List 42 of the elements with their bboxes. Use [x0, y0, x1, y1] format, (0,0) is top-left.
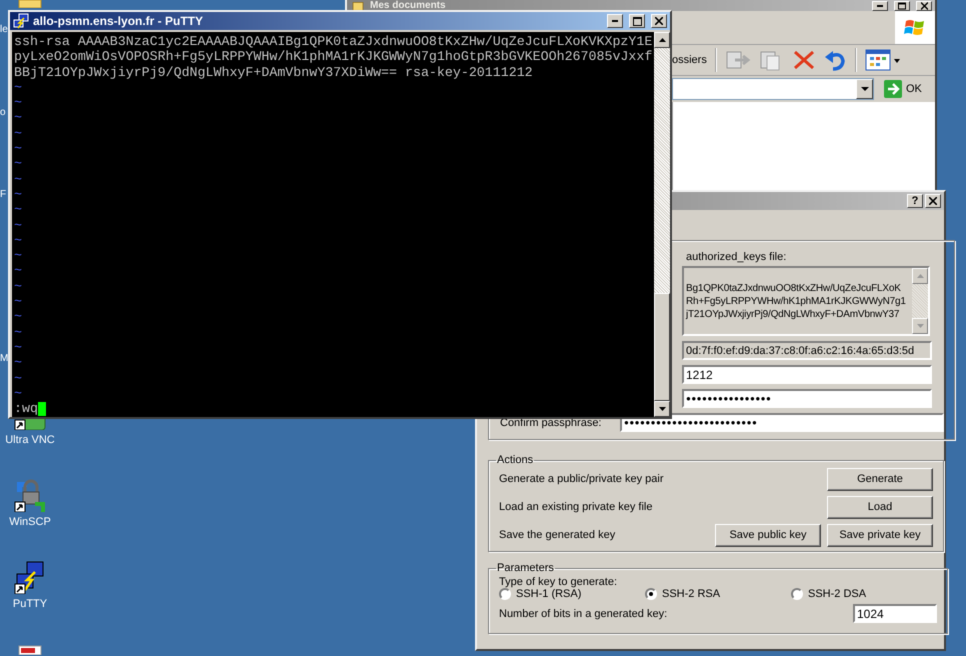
empty-line-tilde: ~	[14, 186, 22, 202]
field-label: Type of key to generate:	[499, 576, 618, 588]
empty-line-tilde: ~	[14, 355, 22, 371]
desktop-icon-label: le	[0, 24, 8, 35]
empty-line-tilde: ~	[14, 386, 22, 402]
empty-line-tilde: ~	[14, 126, 22, 142]
field-label: Number of bits in a generated key:	[499, 608, 668, 620]
window-title: Mes documents	[370, 0, 446, 10]
key-text-line: Bg1QPK0taZJxdnwuOO8tKxZHw/UqZeJcuFLXoK	[686, 282, 902, 294]
empty-line-tilde: ~	[14, 324, 22, 340]
empty-line-tilde: ~	[14, 218, 22, 233]
empty-line-tilde: ~	[14, 141, 22, 156]
empty-line-tilde: ~	[14, 263, 22, 279]
desktop-icon-label: o	[0, 107, 6, 118]
action-label: Save the generated key	[499, 529, 616, 541]
empty-line-tilde: ~	[14, 248, 22, 264]
empty-line-tilde: ~	[14, 294, 22, 310]
terminal-line: ssh-rsa AAAAB3NzaC1yc2EAAAABJQAAAIBg1QPK0taZJxdnwuOO8tKxZHw/UqZeJcuFLXoKVKXpzY1E	[14, 34, 652, 50]
desktop-icon-label: F	[0, 189, 6, 200]
command-line: :wq	[14, 401, 38, 416]
empty-line-tilde: ~	[14, 172, 22, 187]
empty-line-tilde: ~	[14, 232, 22, 248]
empty-line-tilde: ~	[14, 309, 22, 325]
action-label: Generate a public/private key pair	[499, 473, 664, 485]
empty-line-tilde: ~	[14, 340, 22, 356]
group-title: Actions	[496, 454, 534, 466]
empty-line-tilde: ~	[14, 370, 22, 386]
empty-line-tilde: ~	[14, 202, 22, 218]
terminal-line: BBjT21OYpJWxjiyrPj9/QdNgLWhxyF+DAmVbnwY37XDiWw== rsa-key-20111212	[14, 64, 533, 80]
empty-line-tilde: ~	[14, 110, 22, 126]
group-title: Parameters	[496, 562, 555, 574]
desktop-icon-label: M	[0, 353, 8, 364]
key-text-line: jT21OYpJWxjiyrPj9/QdNgLWhxyF+DAmVbnwY37	[686, 308, 900, 320]
field-label: authorized_keys file:	[686, 251, 788, 263]
terminal-line: pyLxeO2omWiOsVOPOSRh+Fg5yLRPPYWHw/hK1phMA1rKJKGWWyN7g1hoGtpR3bGVKEOOh267085vJxxf	[14, 49, 652, 65]
empty-line-tilde: ~	[14, 156, 22, 172]
empty-line-tilde: ~	[14, 80, 22, 96]
window-title: allo-psmn.ens-lyon.fr - PuTTY	[33, 14, 204, 28]
action-label: Load an existing private key file	[499, 501, 654, 513]
key-text-line: Rh+Fg5yLRPPYWHw/hK1phMA1rKJKGWWyN7g1	[686, 294, 907, 308]
empty-line-tilde: ~	[14, 95, 22, 110]
empty-line-tilde: ~	[14, 278, 22, 294]
